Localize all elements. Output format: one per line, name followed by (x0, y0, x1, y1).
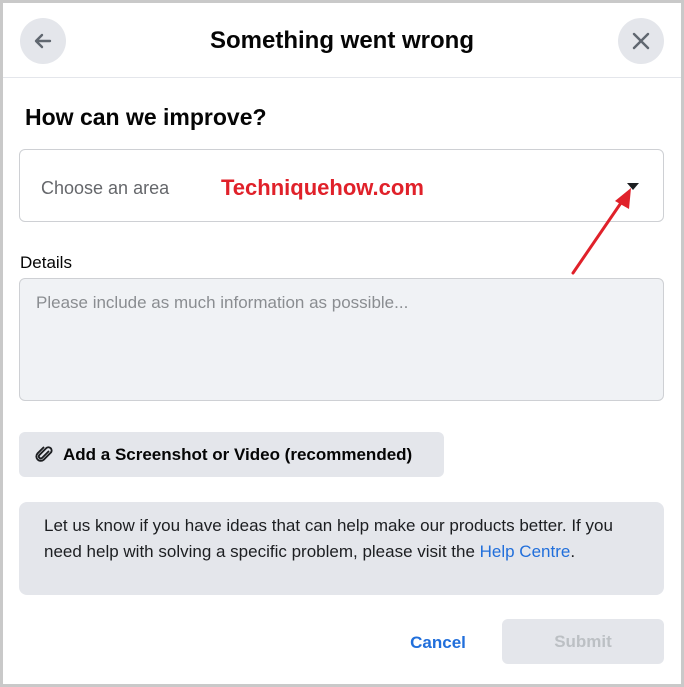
info-suffix: . (570, 542, 576, 561)
annotation-arrow-icon (571, 188, 631, 275)
section-heading: How can we improve? (25, 104, 267, 130)
dialog-header: Something went wrong (3, 3, 681, 78)
details-label: Details (20, 253, 72, 272)
add-screenshot-label: Add a Screenshot or Video (recommended) (63, 444, 413, 464)
close-icon (630, 30, 652, 52)
watermark-text: Techniquehow.com (221, 175, 424, 200)
dialog-title: Something went wrong (210, 27, 474, 54)
dialog: Something went wrong How can we improve?… (0, 0, 684, 687)
help-centre-link[interactable]: Help Centre (480, 542, 571, 561)
close-button[interactable] (618, 18, 664, 64)
details-textarea[interactable] (19, 278, 664, 401)
add-screenshot-button[interactable]: Add a Screenshot or Video (recommended) (19, 432, 444, 477)
info-notice: Let us know if you have ideas that can h… (19, 502, 664, 595)
area-select-placeholder: Choose an area (41, 178, 170, 198)
paperclip-icon (35, 445, 55, 465)
submit-button[interactable]: Submit (502, 619, 664, 664)
cancel-button[interactable]: Cancel (398, 623, 478, 663)
